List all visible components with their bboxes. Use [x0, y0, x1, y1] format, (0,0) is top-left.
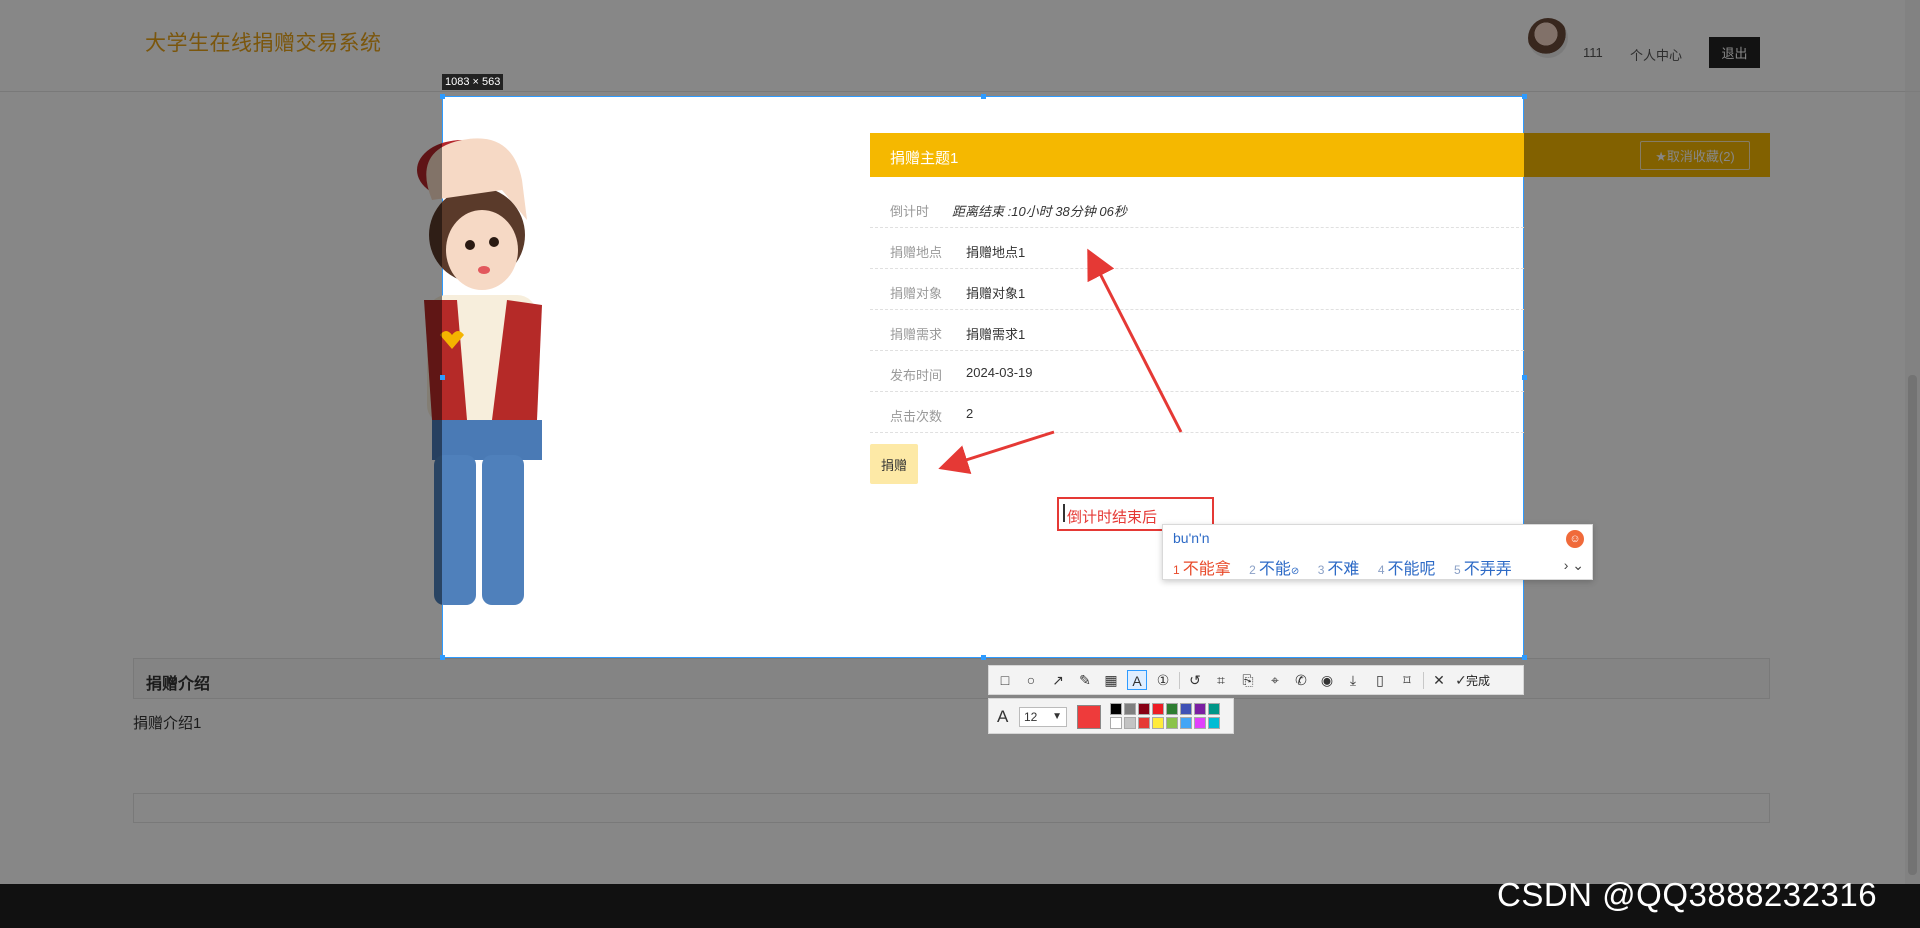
ime-next-page-icon[interactable]: › ⌄ [1564, 557, 1584, 574]
color-swatch[interactable] [1166, 703, 1178, 715]
color-swatch[interactable] [1194, 717, 1206, 729]
ime-candidate-list: 1 不能拿 2 不能⊘ 3 不难 4 不能呢 5 不弄弄 [1173, 555, 1526, 579]
detail-row-needs: 捐赠需求 捐赠需求1 [870, 310, 1524, 351]
color-swatch[interactable] [1124, 717, 1136, 729]
detail-row-clicks: 点击次数 2 [870, 392, 1524, 433]
text-caret [1063, 504, 1065, 522]
pin-icon[interactable]: ✆ [1291, 670, 1311, 690]
text-tool-icon[interactable]: A [1127, 670, 1147, 690]
color-swatch[interactable] [1110, 717, 1122, 729]
row-value: 捐赠对象1 [966, 286, 1026, 301]
translate-tool-icon[interactable]: ⎘ [1238, 670, 1258, 690]
resize-handle-sw[interactable] [440, 655, 445, 660]
text-options-toolbar: A 12 ▼ [988, 698, 1234, 734]
resize-handle-ne[interactable] [1522, 94, 1527, 99]
detail-title-bar: 捐赠主题1 [870, 133, 1524, 177]
current-color-swatch[interactable] [1077, 705, 1101, 729]
ocr-tool-icon[interactable]: ⌗ [1211, 670, 1231, 690]
close-icon[interactable]: ✕ [1429, 670, 1449, 690]
phone-icon[interactable]: ▯ [1370, 670, 1390, 690]
undo-icon[interactable]: ↺ [1185, 670, 1205, 690]
rectangle-tool-icon[interactable]: □ [995, 670, 1015, 690]
toolbar-divider [1179, 672, 1180, 689]
pen-tool-icon[interactable]: ✎ [1075, 670, 1095, 690]
row-value: 捐赠需求1 [966, 327, 1026, 342]
arrow-tool-icon[interactable]: ↗ [1048, 670, 1068, 690]
resize-handle-s[interactable] [981, 655, 986, 660]
ellipse-tool-icon[interactable]: ○ [1021, 670, 1041, 690]
font-icon: A [997, 707, 1009, 726]
ime-candidate[interactable]: 2 不能⊘ [1249, 555, 1299, 579]
color-swatch[interactable] [1166, 717, 1178, 729]
color-swatch[interactable] [1110, 703, 1122, 715]
ime-candidate[interactable]: 5 不弄弄 [1454, 555, 1512, 579]
resize-handle-w[interactable] [440, 375, 445, 380]
dim-overlay-top [0, 0, 1920, 96]
row-value: 2024-03-19 [966, 365, 1033, 380]
row-value: 2 [966, 406, 974, 421]
row-label: 倒计时 [890, 204, 930, 219]
ime-logo-icon[interactable]: ☺ [1566, 530, 1584, 548]
countdown-value: 距离结束 :10小时 38分钟 06秒 [952, 204, 1127, 219]
dim-overlay-left [0, 96, 442, 658]
selection-size-label: 1083 × 563 [442, 74, 504, 90]
detail-row-target: 捐赠对象 捐赠对象1 [870, 269, 1524, 310]
detail-row-location: 捐赠地点 捐赠地点1 [870, 228, 1524, 269]
ime-candidate[interactable]: 1 不能拿 [1173, 555, 1231, 579]
color-swatch[interactable] [1180, 703, 1192, 715]
detail-title: 捐赠主题1 [890, 150, 959, 167]
ime-candidate[interactable]: 4 不能呢 [1378, 555, 1436, 579]
record-icon[interactable]: ◉ [1317, 670, 1337, 690]
bookmark-icon[interactable]: ⌑ [1397, 670, 1417, 690]
resize-handle-n[interactable] [981, 94, 986, 99]
done-button[interactable]: 完成 [1466, 672, 1490, 689]
color-swatch[interactable] [1208, 703, 1220, 715]
row-label: 捐赠地点 [890, 245, 943, 260]
ime-candidate-popup: bu'n'n ☺ 1 不能拿 2 不能⊘ 3 不难 4 不能呢 5 不弄弄 › ⌄ [1162, 524, 1593, 580]
color-swatch[interactable] [1152, 717, 1164, 729]
resize-handle-se[interactable] [1522, 655, 1527, 660]
row-label: 发布时间 [890, 368, 943, 383]
screenshot-toolbar: □ ○ ↗ ✎ ▦ A ① ↺ ⌗ ⎘ ⌖ ✆ ◉ ⤓ ▯ ⌑ ✕ ✓ 完成 [988, 665, 1524, 695]
ime-candidate[interactable]: 3 不难 [1318, 555, 1360, 579]
row-label: 捐赠对象 [890, 286, 943, 301]
color-swatch[interactable] [1152, 703, 1164, 715]
resize-handle-e[interactable] [1522, 375, 1527, 380]
color-swatch[interactable] [1138, 703, 1150, 715]
mosaic-tool-icon[interactable]: ▦ [1101, 670, 1121, 690]
chevron-down-icon: ▼ [1052, 711, 1062, 722]
annotation-text[interactable]: 倒计时结束后 [1067, 506, 1157, 527]
toolbar-divider [1423, 672, 1424, 689]
font-size-select[interactable]: 12 ▼ [1019, 707, 1067, 727]
csdn-watermark: CSDN @QQ3888232316 [1497, 876, 1878, 913]
detail-row-publish-time: 发布时间 2024-03-19 [870, 351, 1524, 392]
donate-button[interactable]: 捐赠 [870, 444, 918, 484]
ime-pinyin-input: bu'n'n [1173, 530, 1210, 546]
download-icon[interactable]: ⤓ [1343, 670, 1363, 690]
resize-handle-nw[interactable] [440, 94, 445, 99]
scan-tool-icon[interactable]: ⌖ [1265, 670, 1285, 690]
row-value: 捐赠地点1 [966, 245, 1026, 260]
dim-overlay-bottom [0, 658, 1920, 884]
color-swatch[interactable] [1194, 703, 1206, 715]
row-label: 点击次数 [890, 409, 943, 424]
color-swatch[interactable] [1124, 703, 1136, 715]
color-swatch[interactable] [1208, 717, 1220, 729]
row-label: 捐赠需求 [890, 327, 943, 342]
color-swatch[interactable] [1180, 717, 1192, 729]
detail-row-countdown: 倒计时 距离结束 :10小时 38分钟 06秒 [870, 187, 1524, 228]
number-tool-icon[interactable]: ① [1153, 670, 1173, 690]
color-swatch[interactable] [1138, 717, 1150, 729]
